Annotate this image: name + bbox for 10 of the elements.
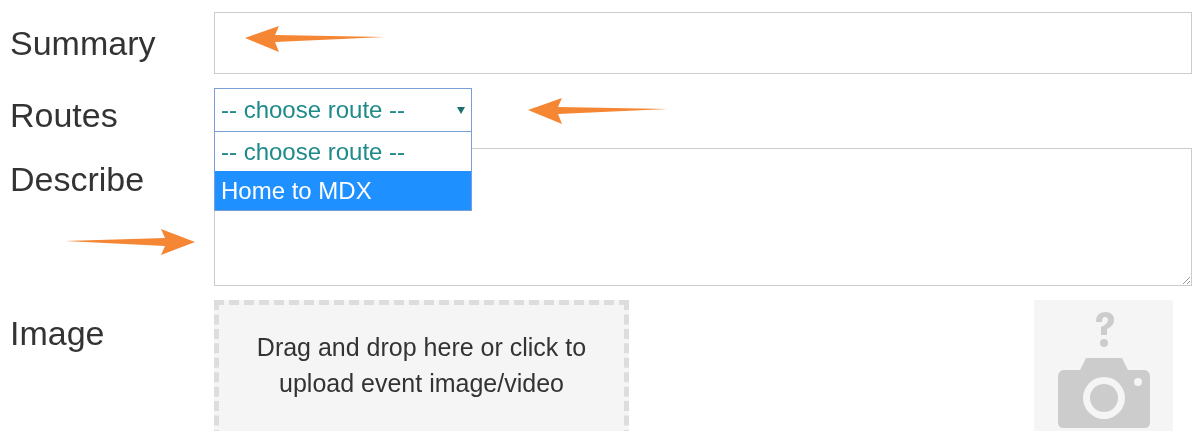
dropdown-option[interactable]: -- choose route --	[215, 132, 471, 171]
field-label: Summary	[9, 22, 157, 64]
summary-input[interactable]	[214, 12, 1192, 74]
field-label: Image	[9, 313, 106, 354]
field-label: Routes	[9, 94, 119, 136]
dropdown-option[interactable]: Home to MDX	[215, 171, 471, 210]
field-label: Describe	[9, 159, 146, 200]
upload-dropzone[interactable]: Drag and drop here or click to upload event image/video	[214, 300, 629, 431]
caret-icon	[457, 106, 465, 114]
resize-grip-icon	[1182, 276, 1190, 284]
